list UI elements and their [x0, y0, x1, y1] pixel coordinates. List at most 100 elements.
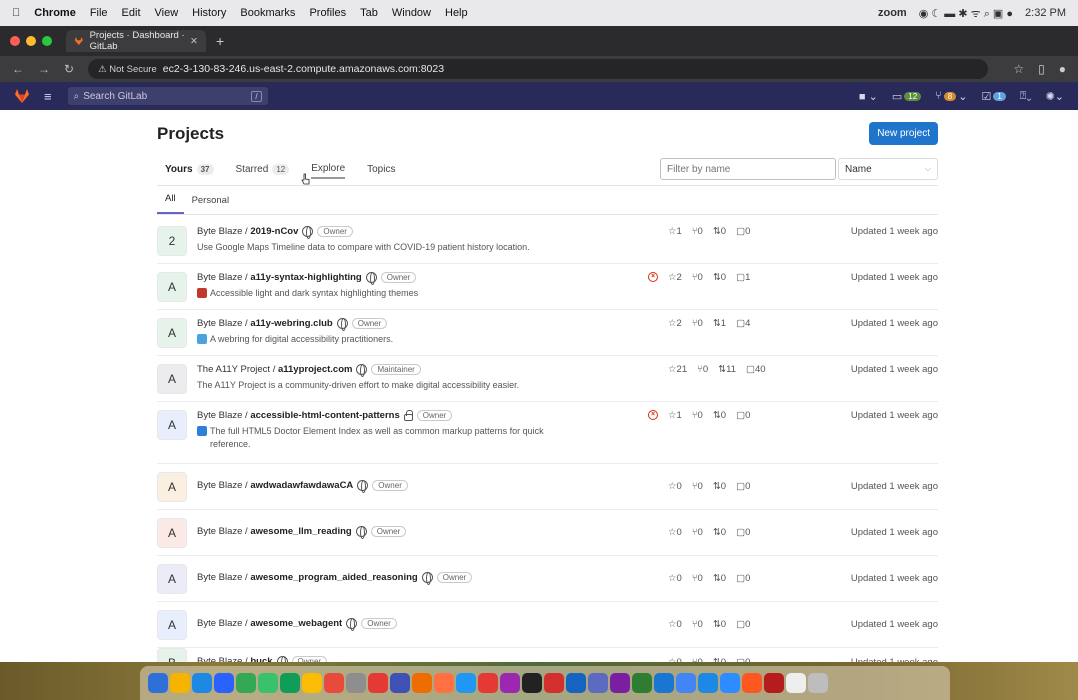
stars-count[interactable]: ☆1: [668, 410, 682, 421]
dock-app-icon[interactable]: [786, 673, 806, 693]
dock-app-icon[interactable]: [324, 673, 344, 693]
stars-count[interactable]: ☆0: [668, 619, 682, 630]
dock-app-icon[interactable]: [192, 673, 212, 693]
menubar-bookmarks[interactable]: Bookmarks: [240, 7, 295, 19]
project-row[interactable]: A Byte Blaze / a11y-syntax-highlighting …: [157, 264, 938, 310]
merge-requests-count[interactable]: ⇅0: [713, 573, 726, 584]
project-avatar[interactable]: A: [157, 564, 187, 594]
menubar-profiles[interactable]: Profiles: [309, 7, 346, 19]
dock-app-icon[interactable]: [720, 673, 740, 693]
minimize-window-icon[interactable]: [26, 36, 36, 46]
merge-requests-icon[interactable]: ⑂ 8 ⌄: [935, 90, 967, 103]
dock-app-icon[interactable]: [412, 673, 432, 693]
project-namespace[interactable]: Byte Blaze / awesome_webagent: [197, 618, 342, 629]
project-name-link[interactable]: awdwadawfawdawaCA: [250, 480, 353, 491]
project-row[interactable]: 2 Byte Blaze / 2019-nCov Owner Use Googl…: [157, 218, 938, 264]
dock-app-icon[interactable]: [654, 673, 674, 693]
issues-count[interactable]: ▢0: [736, 573, 750, 584]
stars-count[interactable]: ☆1: [668, 226, 682, 237]
dock-app-icon[interactable]: [390, 673, 410, 693]
menubar-app-name[interactable]: Chrome: [34, 7, 76, 19]
window-controls[interactable]: [10, 36, 52, 46]
dock-app-icon[interactable]: [148, 673, 168, 693]
project-avatar[interactable]: 2: [157, 226, 187, 256]
project-namespace[interactable]: Byte Blaze / a11y-syntax-highlighting: [197, 272, 362, 283]
forks-count[interactable]: ⑂0: [692, 481, 703, 492]
search-gitlab-input[interactable]: ⌕ Search GitLab /: [67, 87, 268, 105]
subtab-personal[interactable]: Personal: [184, 195, 238, 214]
stars-count[interactable]: ☆21: [668, 364, 687, 375]
project-avatar[interactable]: A: [157, 318, 187, 348]
menubar-window[interactable]: Window: [392, 7, 431, 19]
reload-icon[interactable]: ↻: [64, 62, 74, 76]
project-name-link[interactable]: awesome_llm_reading: [250, 526, 351, 537]
merge-requests-count[interactable]: ⇅0: [713, 226, 726, 237]
tab-topics[interactable]: Topics: [367, 164, 395, 175]
forks-count[interactable]: ⑂0: [692, 410, 703, 421]
project-name-link[interactable]: a11yproject.com: [278, 364, 352, 375]
project-name-link[interactable]: awesome_program_aided_reasoning: [250, 572, 417, 583]
dock-app-icon[interactable]: [566, 673, 586, 693]
forks-count[interactable]: ⑂0: [692, 527, 703, 538]
pipeline-failed-icon[interactable]: ×: [648, 272, 658, 282]
dock-app-icon[interactable]: [302, 673, 322, 693]
gitlab-logo-icon[interactable]: [14, 88, 30, 104]
project-row[interactable]: A Byte Blaze / accessible-html-content-p…: [157, 402, 938, 464]
merge-requests-count[interactable]: ⇅0: [713, 619, 726, 630]
forks-count[interactable]: ⑂0: [692, 573, 703, 584]
new-tab-icon[interactable]: +: [216, 33, 224, 49]
menubar-clock[interactable]: 2:32 PM: [1025, 7, 1066, 19]
stars-count[interactable]: ☆0: [668, 573, 682, 584]
forks-count[interactable]: ⑂0: [692, 226, 703, 237]
dock-app-icon[interactable]: [544, 673, 564, 693]
dock-app-icon[interactable]: [434, 673, 454, 693]
dock-app-icon[interactable]: [632, 673, 652, 693]
todos-icon[interactable]: ☑ 1: [981, 90, 1006, 103]
issues-count[interactable]: ▢1: [736, 272, 750, 283]
back-icon[interactable]: ←: [12, 62, 24, 76]
project-namespace[interactable]: The A11Y Project / a11yproject.com: [197, 364, 352, 375]
project-avatar[interactable]: A: [157, 472, 187, 502]
project-avatar[interactable]: A: [157, 364, 187, 394]
merge-requests-count[interactable]: ⇅0: [713, 481, 726, 492]
create-new-icon[interactable]: ■ ⌄: [859, 90, 878, 103]
forks-count[interactable]: ⑂0: [692, 272, 703, 283]
menubar-edit[interactable]: Edit: [122, 7, 141, 19]
dock-app-icon[interactable]: [500, 673, 520, 693]
project-name-link[interactable]: 2019-nCov: [250, 226, 298, 237]
project-name-link[interactable]: accessible-html-content-patterns: [250, 410, 399, 421]
issues-count[interactable]: ▢40: [746, 364, 766, 375]
forks-count[interactable]: ⑂0: [692, 619, 703, 630]
url-text[interactable]: ec2-3-130-83-246.us-east-2.compute.amazo…: [163, 63, 444, 75]
issues-count[interactable]: ▢4: [736, 318, 750, 329]
project-row[interactable]: A The A11Y Project / a11yproject.com Mai…: [157, 356, 938, 402]
dock-app-icon[interactable]: [698, 673, 718, 693]
issues-count[interactable]: ▢0: [736, 619, 750, 630]
subtab-all[interactable]: All: [157, 193, 184, 214]
menubar-file[interactable]: File: [90, 7, 108, 19]
sort-dropdown[interactable]: Name ⌵: [838, 158, 938, 180]
merge-requests-count[interactable]: ⇅0: [713, 272, 726, 283]
project-name-link[interactable]: awesome_webagent: [250, 618, 342, 629]
tab-starred[interactable]: Starred 12: [236, 163, 290, 175]
not-secure-indicator[interactable]: ⚠ Not Secure: [98, 64, 157, 75]
stars-count[interactable]: ☆2: [668, 272, 682, 283]
hamburger-menu-icon[interactable]: ≡: [44, 89, 52, 104]
project-avatar[interactable]: A: [157, 518, 187, 548]
dock-app-icon[interactable]: [676, 673, 696, 693]
dock-app-icon[interactable]: [478, 673, 498, 693]
dock-app-icon[interactable]: [258, 673, 278, 693]
project-namespace[interactable]: Byte Blaze / awdwadawfawdawaCA: [197, 480, 353, 491]
merge-requests-count[interactable]: ⇅11: [718, 364, 736, 375]
pipeline-failed-icon[interactable]: ×: [648, 410, 658, 420]
project-row[interactable]: A Byte Blaze / awesome_program_aided_rea…: [157, 556, 938, 602]
stars-count[interactable]: ☆2: [668, 318, 682, 329]
filter-by-name-input[interactable]: [660, 158, 836, 180]
dock-app-icon[interactable]: [764, 673, 784, 693]
project-namespace[interactable]: Byte Blaze / 2019-nCov: [197, 226, 298, 237]
menubar-help[interactable]: Help: [445, 7, 468, 19]
issues-count[interactable]: ▢0: [736, 481, 750, 492]
stars-count[interactable]: ☆0: [668, 481, 682, 492]
project-namespace[interactable]: Byte Blaze / accessible-html-content-pat…: [197, 410, 400, 421]
tab-yours[interactable]: Yours 37: [165, 163, 214, 175]
